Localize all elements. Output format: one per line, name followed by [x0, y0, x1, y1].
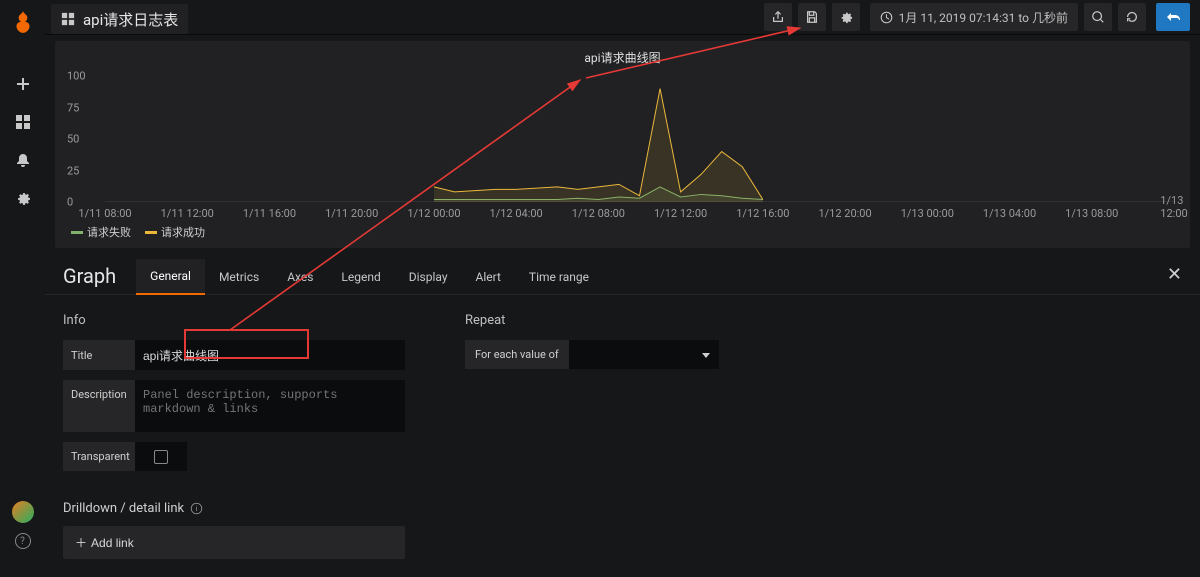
create-icon[interactable]	[15, 76, 31, 92]
time-picker[interactable]: 1月 11, 2019 07:14:31 to 几秒前	[870, 3, 1078, 31]
y-tick: 100	[67, 70, 86, 83]
tab-metrics[interactable]: Metrics	[205, 260, 273, 294]
legend-item[interactable]: 请求成功	[145, 224, 205, 240]
tab-time-range[interactable]: Time range	[515, 260, 603, 294]
time-range-text: 1月 11, 2019 07:14:31 to 几秒前	[899, 9, 1068, 26]
dashboard-title-button[interactable]: api请求日志表	[51, 4, 188, 34]
help-icon[interactable]: ?	[15, 533, 31, 549]
zoom-out-button[interactable]	[1084, 3, 1112, 31]
add-link-button[interactable]: ＋ Add link	[63, 526, 405, 559]
drilldown-heading: Drilldown / detail link i	[63, 501, 405, 516]
tab-general[interactable]: General	[136, 259, 205, 295]
description-label: Description	[63, 380, 135, 432]
transparent-checkbox[interactable]	[135, 442, 187, 471]
info-heading: Info	[63, 313, 405, 328]
grafana-logo[interactable]	[9, 8, 37, 36]
x-tick: 1/13 08:00	[1065, 207, 1118, 220]
dashboard-title: api请求日志表	[83, 9, 178, 30]
y-tick: 0	[67, 196, 73, 209]
repeat-heading: Repeat	[465, 313, 719, 328]
y-tick: 25	[67, 164, 79, 177]
refresh-button[interactable]	[1118, 3, 1146, 31]
tab-axes[interactable]: Axes	[273, 260, 327, 294]
svg-text:i: i	[196, 504, 198, 513]
share-button[interactable]	[764, 3, 792, 31]
settings-button[interactable]	[832, 3, 860, 31]
info-icon: i	[190, 502, 203, 515]
x-tick: 1/12 20:00	[818, 207, 871, 220]
title-label: Title	[63, 340, 135, 370]
chart-legend: 请求失败请求成功	[67, 220, 1178, 242]
description-input[interactable]	[135, 380, 405, 432]
caret-down-icon	[701, 350, 711, 360]
user-avatar[interactable]	[12, 501, 34, 523]
save-button[interactable]	[798, 3, 826, 31]
y-tick: 50	[67, 133, 79, 146]
editor-header: Graph GeneralMetricsAxesLegendDisplayAle…	[45, 254, 1200, 294]
top-bar: api请求日志表 1月 11, 2019 07:14:31 to 几秒前	[45, 0, 1200, 35]
legend-item[interactable]: 请求失败	[71, 224, 131, 240]
clock-icon	[880, 11, 893, 24]
close-editor-button[interactable]: ✕	[1167, 264, 1182, 285]
x-tick: 1/12 08:00	[572, 207, 625, 220]
panel-type-label: Graph	[63, 264, 116, 294]
plus-icon: ＋	[75, 534, 87, 551]
tab-legend[interactable]: Legend	[327, 260, 394, 294]
dashboard-icon	[61, 12, 75, 26]
x-tick: 1/13 12:00	[1160, 194, 1187, 220]
x-tick: 1/11 08:00	[78, 207, 131, 220]
tab-alert[interactable]: Alert	[462, 260, 515, 294]
panel-title: api请求曲线图	[67, 49, 1178, 66]
x-tick: 1/11 12:00	[161, 207, 214, 220]
repeat-select[interactable]	[569, 340, 719, 369]
alerting-icon[interactable]	[15, 152, 31, 168]
y-tick: 75	[67, 101, 79, 114]
tab-display[interactable]: Display	[395, 260, 462, 294]
graph-panel: api请求曲线图 0 25 50 75 100 1/11 08:00 1/11 12:00 1…	[55, 41, 1190, 248]
transparent-label: Transparent	[63, 442, 135, 471]
title-input[interactable]	[135, 340, 405, 370]
x-tick: 1/11 20:00	[325, 207, 378, 220]
back-button[interactable]	[1156, 3, 1190, 31]
dashboards-icon[interactable]	[15, 114, 31, 130]
x-tick: 1/11 16:00	[243, 207, 296, 220]
chart-area[interactable]: 0 25 50 75 100 1/11 08:00 1/11 12:00 1/11 16:00…	[67, 70, 1178, 220]
x-tick: 1/13 00:00	[901, 207, 954, 220]
editor-tabs: GeneralMetricsAxesLegendDisplayAlertTime…	[136, 254, 603, 294]
repeat-label: For each value of	[465, 340, 569, 369]
x-tick: 1/12 12:00	[654, 207, 707, 220]
x-tick: 1/13 04:00	[983, 207, 1036, 220]
left-sidebar: ?	[0, 0, 45, 563]
x-tick: 1/12 04:00	[490, 207, 543, 220]
configuration-icon[interactable]	[15, 190, 31, 206]
x-tick: 1/12 16:00	[736, 207, 789, 220]
x-tick: 1/12 00:00	[407, 207, 460, 220]
